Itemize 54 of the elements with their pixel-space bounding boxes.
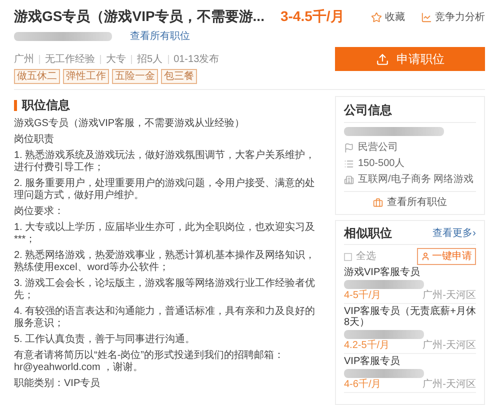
description-paragraph: 4. 有较强的语言表达和沟通能力，普通话标准，具有亲和力及良好的服务意识； bbox=[14, 306, 316, 330]
briefcase-icon bbox=[373, 198, 383, 208]
card-heading: 相似职位 bbox=[344, 225, 392, 242]
company-jobs-link[interactable]: 查看所有职位 bbox=[373, 195, 447, 210]
job-meta: 招5人 bbox=[137, 52, 163, 67]
section-heading: 职位信息 bbox=[22, 97, 70, 114]
company-fact: 150-500人 bbox=[358, 157, 405, 171]
company-fact: 互联网/电子商务 网络游戏 bbox=[358, 172, 474, 187]
company-fact: 民营公司 bbox=[358, 140, 398, 155]
description-paragraph: 5. 工作认真负责，善于与同事进行沟通。 bbox=[14, 334, 196, 346]
description-paragraph: 1. 大专或以上学历，应届毕业生亦可，此为全职岗位，也欢迎实习及***； bbox=[14, 222, 316, 246]
job-meta: 无工作经验 bbox=[45, 53, 95, 67]
star-icon bbox=[371, 12, 382, 23]
analysis-button[interactable]: 竞争力分析 bbox=[421, 10, 485, 25]
list-icon bbox=[344, 158, 354, 168]
similar-job-title[interactable]: VIP客服专员 bbox=[344, 356, 476, 367]
similar-job-salary: 4-5千/月 bbox=[344, 290, 382, 301]
favorite-button[interactable]: 收藏 bbox=[371, 10, 405, 25]
benefit-tag: 做五休二 bbox=[14, 69, 60, 84]
view-all-jobs-link[interactable]: 查看所有职位 bbox=[130, 29, 190, 44]
benefit-tag: 五险一金 bbox=[112, 69, 158, 84]
description-paragraph: 岗位职责 bbox=[14, 134, 55, 146]
description-paragraph: 2. 服务重要用户，处理重要用户的游戏问题，令用户接受、满意的处理问题方式，做好用户维护。 bbox=[14, 178, 316, 202]
description-paragraph: 游戏GS专员（游戏VIP客服，不需要游戏从业经验） bbox=[14, 118, 246, 130]
description-paragraph: 1. 熟悉游戏系统及游戏玩法，做好游戏氛围调节，大客户关系维护，进行付费引导工作； bbox=[14, 150, 316, 174]
salary: 3-4.5千/月 bbox=[280, 7, 344, 26]
benefit-tag: 包三餐 bbox=[161, 69, 197, 84]
select-all-checkbox[interactable] bbox=[344, 252, 352, 260]
building-icon bbox=[344, 174, 354, 184]
similar-job-title[interactable]: 游戏VIP客服专员 bbox=[344, 267, 476, 278]
job-title: 游戏GS专员（游戏VIP专员，不需要游... bbox=[14, 7, 264, 26]
description-paragraph: 3. 游戏工会会长，论坛版主，游戏客服等网络游戏行业工作经验者优先； bbox=[14, 278, 316, 302]
job-meta: 01-13发布 bbox=[174, 53, 220, 67]
job-meta: 广州 bbox=[14, 52, 34, 67]
similar-job-salary: 4-6千/月 bbox=[344, 379, 382, 390]
similar-job-location: 广州-天河区 bbox=[422, 340, 476, 351]
upload-icon bbox=[376, 52, 388, 66]
similar-job-title[interactable]: VIP客服专员（无责底薪+月休8天） bbox=[344, 306, 476, 328]
description-paragraph: 职能类别：VIP专员 bbox=[14, 378, 102, 390]
select-all-label: 全选 bbox=[356, 250, 376, 264]
benefit-tag: 弹性工作 bbox=[63, 69, 109, 84]
person-icon bbox=[421, 252, 430, 261]
chart-icon bbox=[421, 12, 432, 23]
description-paragraph: 2. 熟悉网络游戏，热爱游戏事业，熟悉计算机基本操作及网络知识，熟练使用excel、word等办公软件； bbox=[14, 250, 316, 274]
card-heading: 公司信息 bbox=[344, 101, 476, 123]
description-paragraph: 有意者请将简历以“姓名-岗位”的形式投递到我们的招聘邮箱：hr@yeahworld.com ，谢谢。 bbox=[14, 350, 285, 374]
similar-job-location: 广州-天河区 bbox=[422, 290, 476, 301]
see-more-link[interactable]: 查看更多› bbox=[432, 226, 476, 240]
description-paragraph: 岗位要求： bbox=[14, 206, 65, 218]
flag-icon bbox=[344, 142, 354, 152]
heading-accent bbox=[14, 100, 17, 110]
similar-job-salary: 4.2-5千/月 bbox=[344, 340, 390, 351]
job-meta: 大专 bbox=[106, 52, 126, 67]
similar-job-location: 广州-天河区 bbox=[422, 379, 476, 390]
